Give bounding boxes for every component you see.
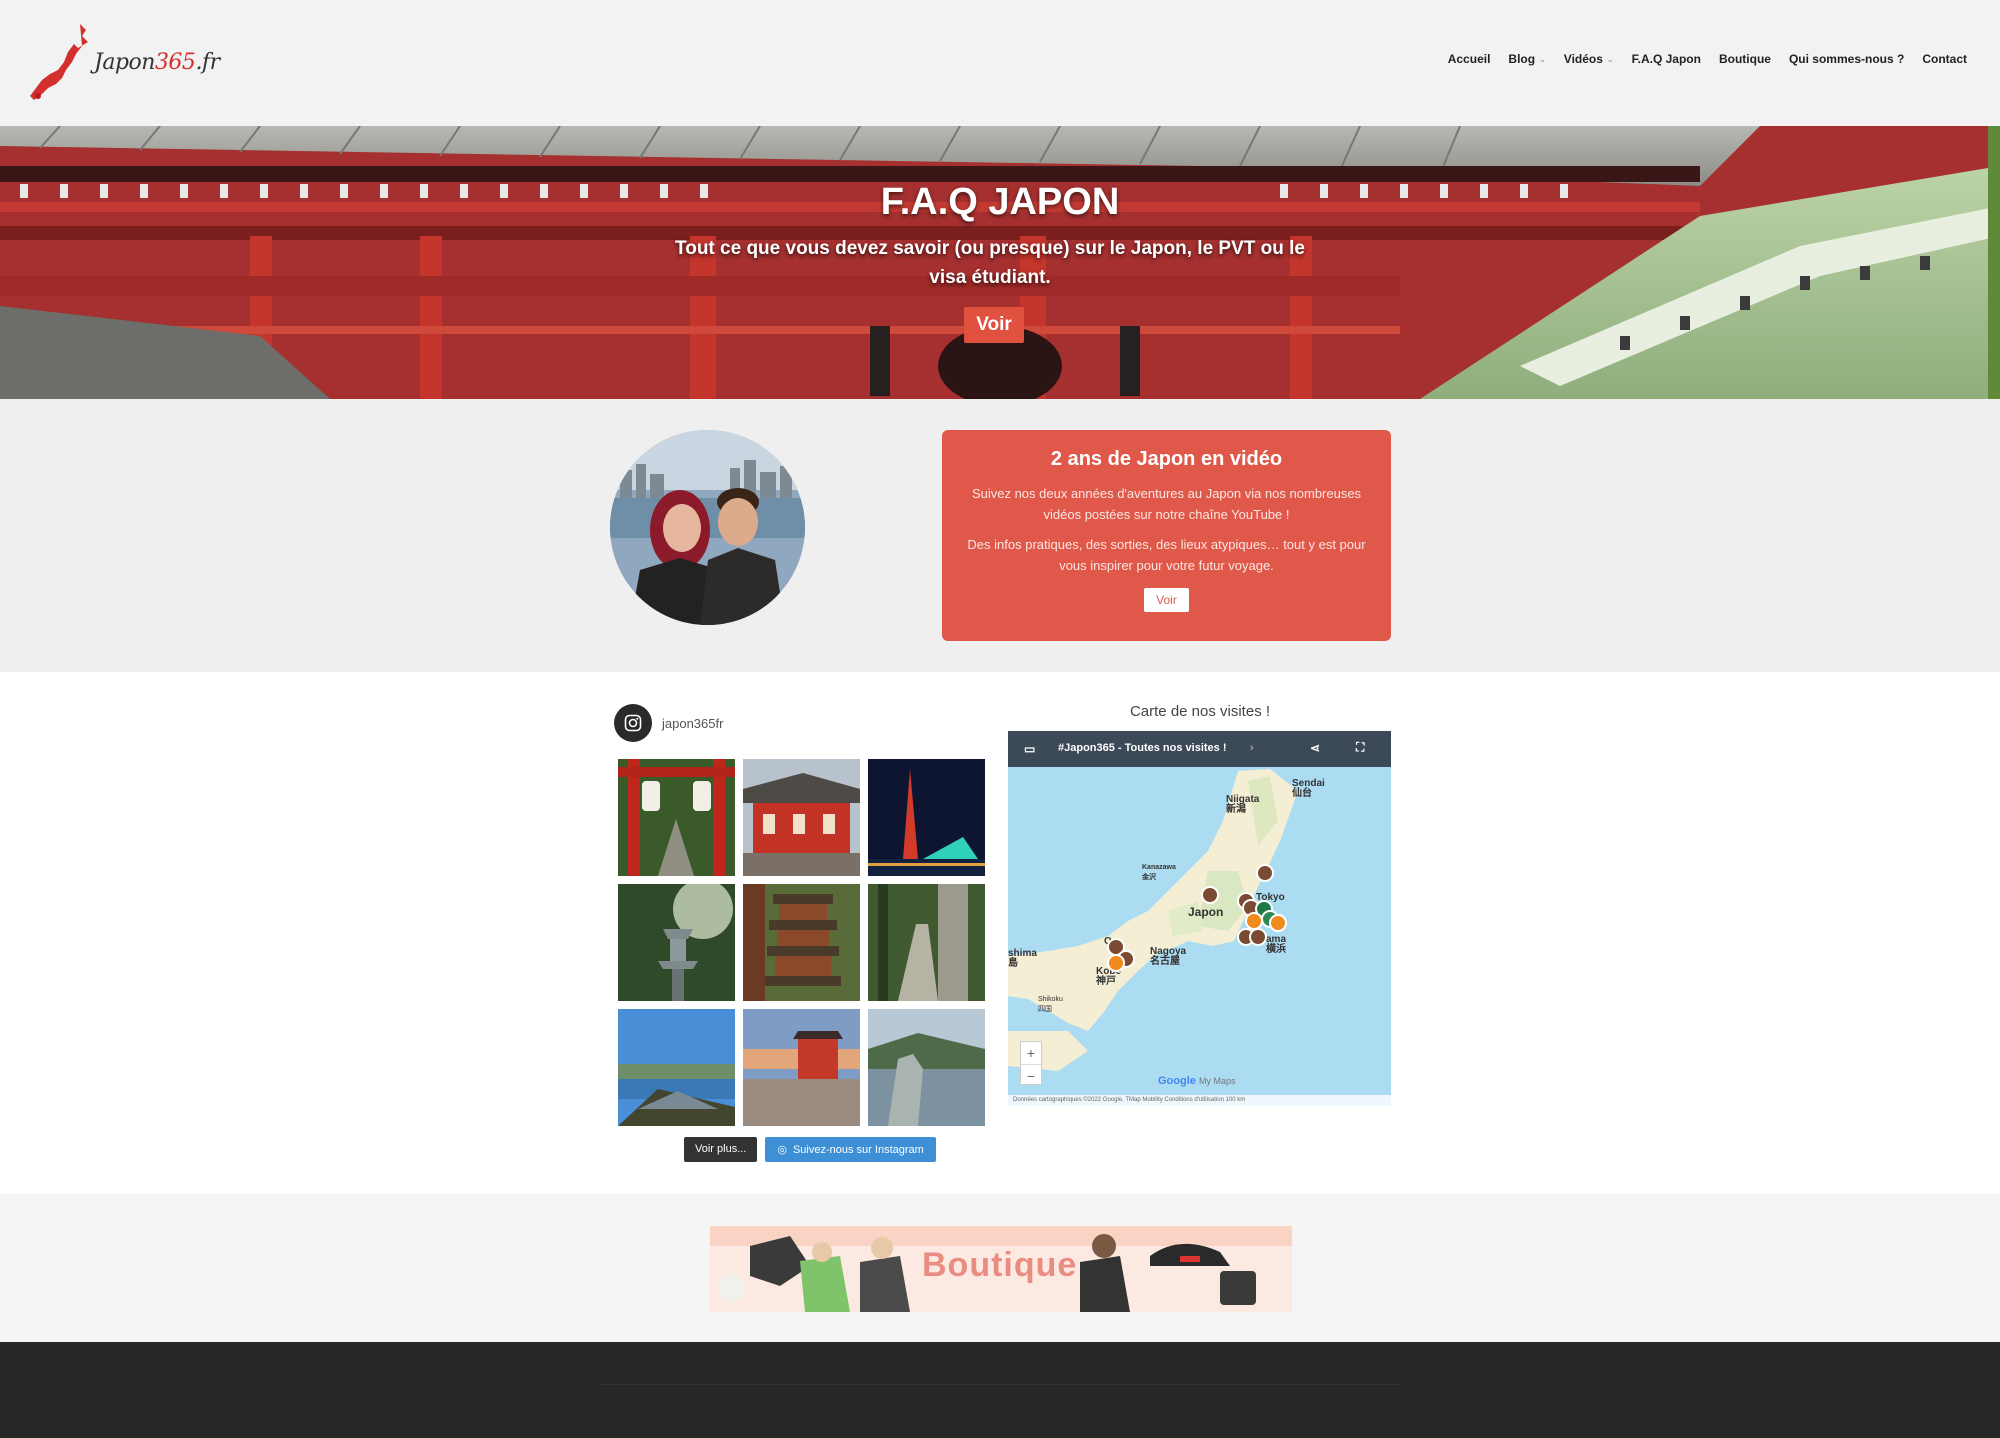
zoom-in-button[interactable]: + <box>1021 1042 1041 1064</box>
instagram-icon: ◎ <box>777 1144 787 1156</box>
site-header: Japon365.fr Accueil Blog ⌄ Vidéos ⌄ F.A.Q … <box>0 0 2000 126</box>
nav-blog[interactable]: Blog ⌄ <box>1499 52 1554 66</box>
instagram-icon <box>614 704 652 742</box>
instagram-photo-grid <box>618 759 985 1126</box>
video-card-title: 2 ans de Japon en vidéo <box>1050 448 1283 470</box>
nav-videos[interactable]: Vidéos ⌄ <box>1555 52 1623 66</box>
logo-text: Japon365.fr <box>94 50 220 75</box>
instagram-follow-button[interactable]: ◎ Suivez-nous sur Instagram <box>765 1137 936 1162</box>
site-logo[interactable]: Japon365.fr <box>28 22 220 102</box>
hero-voir-button[interactable]: Voir <box>964 307 1024 343</box>
instagram-photo-kiyomizu-sunset[interactable] <box>743 1009 860 1126</box>
visits-map-embed[interactable]: ▭ #Japon365 - Toutes nos visites ! › ⋖ ⛶… <box>1008 731 1391 1106</box>
map-pin-icon <box>1107 864 1287 972</box>
instagram-header[interactable]: japon365fr <box>614 704 723 742</box>
boutique-banner-text: Boutique <box>922 1246 1078 1284</box>
footer-divider <box>600 1384 1400 1385</box>
instagram-username: japon365fr <box>662 715 724 731</box>
video-promo-card: 2 ans de Japon en vidéo Suivez nos deux … <box>942 430 1391 641</box>
video-card-voir-button[interactable]: Voir <box>1144 588 1189 612</box>
japan-map-logo-icon <box>30 24 88 100</box>
nav-boutique[interactable]: Boutique <box>1710 52 1780 66</box>
hero-title: F.A.Q JAPON <box>880 181 1120 223</box>
site-footer <box>0 1342 2000 1438</box>
hero-banner: F.A.Q JAPON Tout ce que vous devez savoi… <box>0 126 2000 399</box>
nav-qui-sommes-nous[interactable]: Qui sommes-nous ? <box>1780 52 1913 66</box>
map-attribution: Données cartographiques ©2022 Google, TM… <box>1008 1095 1391 1106</box>
map-heading: Carte de nos visites ! <box>1129 703 1271 720</box>
hero-subtitle: Tout ce que vous devez savoir (ou presqu… <box>675 238 1305 288</box>
main-navigation: Accueil Blog ⌄ Vidéos ⌄ F.A.Q Japon Boutiq… <box>1439 52 1976 66</box>
boutique-banner[interactable]: Boutique <box>710 1226 1292 1312</box>
instagram-photo-stone-lantern-garden[interactable] <box>618 884 735 1001</box>
instagram-photo-pagoda-forest[interactable] <box>743 884 860 1001</box>
instagram-follow-label: Suivez-nous sur Instagram <box>792 1143 924 1156</box>
instagram-actions: Voir plus... ◎ Suivez-nous sur Instagram <box>684 1137 936 1162</box>
instagram-voir-plus-button[interactable]: Voir plus... <box>684 1137 758 1162</box>
chevron-down-icon: ⌄ <box>1606 54 1614 64</box>
instagram-photo-forest-path[interactable] <box>868 884 985 1001</box>
google-mymaps-logo: Google My Maps <box>1158 1075 1236 1087</box>
video-card-text-2: Des infos pratiques, des sorties, des li… <box>967 537 1366 573</box>
nav-accueil[interactable]: Accueil <box>1439 52 1500 66</box>
map-zoom-controls: + − <box>1020 1041 1042 1085</box>
instagram-photo-red-temple[interactable] <box>743 759 860 876</box>
video-card-text-1: Suivez nos deux années d'aventures au Ja… <box>971 486 1362 522</box>
nav-contact[interactable]: Contact <box>1913 52 1976 66</box>
chevron-down-icon: ⌄ <box>1539 54 1546 64</box>
nav-faq-japon[interactable]: F.A.Q Japon <box>1623 52 1710 66</box>
map-markers <box>1107 864 1287 972</box>
instagram-photo-statue-coast[interactable] <box>868 1009 985 1126</box>
instagram-photo-kobe-tower-night[interactable] <box>868 759 985 876</box>
instagram-photo-torii-lanterns[interactable] <box>618 759 735 876</box>
instagram-photo-lake-view[interactable] <box>618 1009 735 1126</box>
couple-avatar-photo <box>610 430 805 625</box>
zoom-out-button[interactable]: − <box>1021 1064 1041 1086</box>
